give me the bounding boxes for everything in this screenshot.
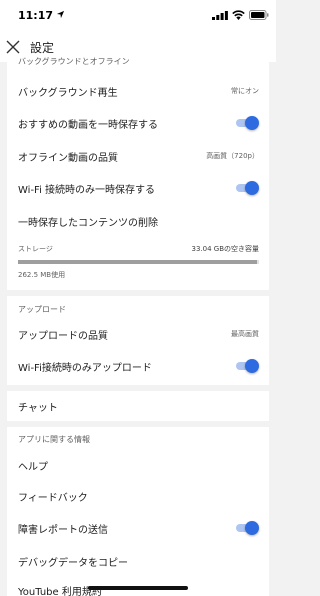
- wifi-icon: [232, 10, 245, 20]
- section-about: アプリに関する情報 ヘルプ フィードバック 障害レポートの送信 デバッグデータを…: [7, 427, 269, 596]
- toggle-knob: [245, 359, 259, 373]
- section-header-about: アプリに関する情報: [18, 435, 90, 444]
- storage-bar: [18, 260, 259, 264]
- storage-label: ストレージ: [18, 245, 53, 253]
- section-background-offline: バックグラウンドとオフライン バックグラウンド再生 常にオン おすすめの動画を一…: [7, 57, 269, 290]
- setting-label: ヘルプ: [18, 462, 48, 473]
- setting-label: フィードバック: [18, 493, 88, 504]
- setting-value: 常にオン: [231, 87, 259, 95]
- location-arrow-icon: [56, 10, 65, 19]
- setting-value: 最高画質: [231, 330, 259, 338]
- page-title: 設定: [30, 41, 55, 55]
- setting-label: 障害レポートの送信: [18, 525, 108, 536]
- toggle-switch[interactable]: [235, 359, 259, 373]
- setting-label: 一時保存したコンテンツの削除: [18, 218, 158, 229]
- toggle-switch[interactable]: [235, 521, 259, 535]
- home-indicator: [88, 586, 188, 590]
- setting-label: Wi-Fi接続時のみアップロード: [18, 363, 152, 374]
- section-chat: チャット: [7, 391, 269, 421]
- setting-label: オフライン動画の品質: [18, 153, 118, 164]
- storage-used: 262.5 MB使用: [18, 271, 66, 279]
- toggle-knob: [245, 181, 259, 195]
- storage-free: 33.04 GBの空き容量: [191, 245, 260, 253]
- setting-label: おすすめの動画を一時保存する: [18, 120, 158, 131]
- setting-label: バックグラウンド再生: [18, 88, 118, 99]
- status-time: 11:17: [18, 9, 54, 22]
- section-header-background: バックグラウンドとオフライン: [18, 57, 130, 66]
- cellular-signal-icon: [212, 11, 228, 20]
- toggle-knob: [245, 521, 259, 535]
- storage-bar-fill: [18, 260, 257, 264]
- toggle-knob: [245, 116, 259, 130]
- section-upload: アップロード アップロードの品質 最高画質 Wi-Fi接続時のみアップロード: [7, 296, 269, 385]
- setting-label: チャット: [18, 403, 58, 414]
- battery-icon: [249, 10, 269, 20]
- setting-label: アップロードの品質: [18, 331, 108, 342]
- setting-value: 高画質（720p）: [206, 152, 259, 160]
- toggle-switch[interactable]: [235, 181, 259, 195]
- toggle-switch[interactable]: [235, 116, 259, 130]
- setting-label: デバッグデータをコピー: [18, 558, 128, 569]
- status-bar: 11:17: [0, 0, 276, 30]
- section-header-upload: アップロード: [18, 305, 66, 314]
- close-icon[interactable]: [6, 40, 20, 54]
- setting-label: Wi-Fi 接続時のみ一時保存する: [18, 185, 156, 196]
